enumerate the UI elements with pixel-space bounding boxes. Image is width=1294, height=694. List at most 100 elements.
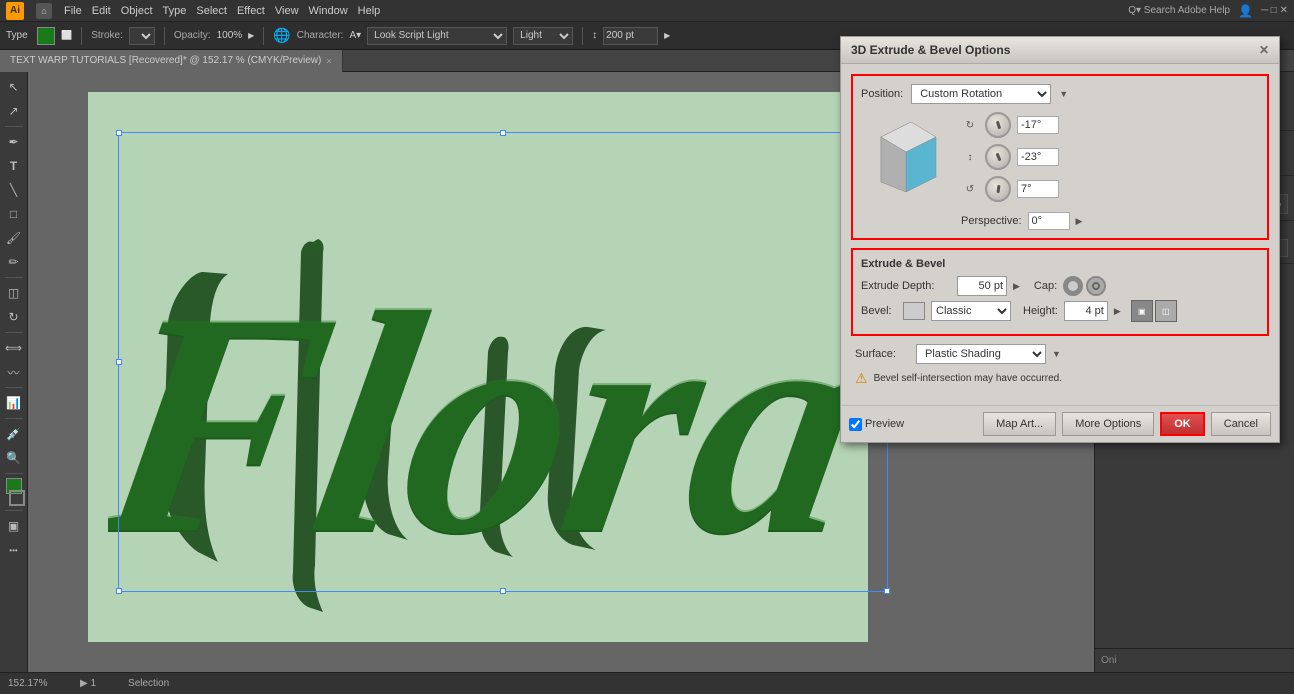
perspective-value: 0° [1028, 212, 1070, 230]
tool-sep-1 [5, 126, 23, 127]
surface-section: Surface: Plastic Shading ▼ ⚠ Bevel self-… [851, 344, 1269, 387]
oni-area: Oni [1095, 648, 1294, 672]
eraser-tool[interactable]: ◫ [3, 282, 25, 304]
menu-help[interactable]: Help [358, 5, 381, 17]
type-label: Type [6, 30, 31, 41]
z-rot-value: 7° [1017, 180, 1059, 198]
pencil-tool[interactable]: ✏ [3, 251, 25, 273]
surface-expand[interactable]: ▼ [1052, 349, 1061, 359]
type-tool[interactable]: T [3, 155, 25, 177]
page-display: ▶ 1 [80, 678, 96, 689]
extrude-depth-row: Extrude Depth: ▶ Cap: [861, 276, 1259, 296]
map-art-button[interactable]: Map Art... [983, 412, 1056, 436]
tab-close-button[interactable]: × [326, 56, 331, 66]
zoom-tool[interactable]: 🔍 [3, 447, 25, 469]
extrude-title: Extrude & Bevel [861, 258, 1259, 270]
cancel-button[interactable]: Cancel [1211, 412, 1271, 436]
tab-title: TEXT WARP TUTORIALS [Recovered]* @ 152.1… [10, 55, 321, 66]
warp-tool[interactable]: 〰 [3, 361, 25, 383]
change-screen-mode[interactable]: ▣ [3, 515, 25, 537]
surface-label: Surface: [855, 348, 910, 360]
eyedropper-tool[interactable]: 💉 [3, 423, 25, 445]
menu-edit[interactable]: Edit [92, 5, 111, 17]
preview-checkbox[interactable] [849, 418, 862, 431]
graph-tool[interactable]: 📊 [3, 392, 25, 414]
height-arrow[interactable]: ▶ [1114, 306, 1121, 317]
size-arrow[interactable]: ▶ [664, 31, 670, 40]
home-icon[interactable]: ⌂ [36, 3, 52, 19]
extrude-arrow[interactable]: ▶ [1013, 281, 1020, 292]
character-label: Character: [297, 30, 344, 41]
x-rot-dial[interactable] [985, 112, 1011, 138]
position-header: Position: Custom Rotation ▼ [861, 84, 1259, 104]
menu-type[interactable]: Type [163, 5, 187, 17]
font-size-input[interactable] [603, 27, 658, 45]
main-tab[interactable]: TEXT WARP TUTORIALS [Recovered]* @ 152.1… [0, 50, 343, 72]
select-tool[interactable]: ↖ [3, 76, 25, 98]
bevel-inward[interactable]: ▣ [1131, 300, 1153, 322]
menu-window[interactable]: Window [309, 5, 348, 17]
status-bar: 152.17% ▶ 1 Selection [0, 672, 1294, 694]
direct-select-tool[interactable]: ↗ [3, 100, 25, 122]
rotate-tool[interactable]: ↻ [3, 306, 25, 328]
bevel-outward[interactable]: ◫ [1155, 300, 1177, 322]
position-label: Position: [861, 88, 903, 100]
x-rot-icon: ↻ [961, 116, 979, 134]
font-size-icon: ↕ [592, 30, 597, 41]
extrude-depth-input[interactable] [957, 276, 1007, 296]
height-input[interactable] [1064, 301, 1108, 321]
menu-view[interactable]: View [275, 5, 299, 17]
dialog-close-icon[interactable]: ✕ [1259, 43, 1269, 57]
pen-tool[interactable]: ✒ [3, 131, 25, 153]
cap-label: Cap: [1034, 280, 1057, 292]
perspective-label: Perspective: [961, 215, 1022, 227]
surface-select[interactable]: Plastic Shading [916, 344, 1046, 364]
menu-effect[interactable]: Effect [237, 5, 265, 17]
dialog-title-text: 3D Extrude & Bevel Options [851, 43, 1010, 57]
more-options-button[interactable]: More Options [1062, 412, 1154, 436]
preview-label: Preview [865, 418, 904, 430]
menu-file[interactable]: File [64, 5, 82, 17]
char-icon[interactable]: A▾ [349, 30, 361, 41]
position-expand[interactable]: ▼ [1059, 89, 1068, 99]
height-label: Height: [1023, 305, 1058, 317]
opacity-arrow[interactable]: ▶ [248, 31, 254, 40]
stroke-color[interactable] [9, 490, 25, 506]
font-select[interactable]: Look Script Light [367, 27, 507, 45]
font-style-select[interactable]: Light [513, 27, 573, 45]
perspective-arrow[interactable]: ▶ [1076, 216, 1083, 227]
fill-color-swatch[interactable] [37, 27, 55, 45]
tool-sep-5 [5, 418, 23, 419]
tools-panel: ↖ ↗ ✒ T ╲ □ 🖌 ✏ ◫ ↻ ⟺ 〰 📊 💉 🔍 ▣ ••• [0, 72, 28, 672]
tool-sep-3 [5, 332, 23, 333]
ok-button[interactable]: OK [1160, 412, 1205, 436]
z-rot-dial[interactable] [985, 176, 1011, 202]
line-tool[interactable]: ╲ [3, 179, 25, 201]
y-rot-icon: ↕ [961, 148, 979, 166]
stroke-select[interactable] [129, 27, 155, 45]
position-select[interactable]: Custom Rotation [911, 84, 1051, 104]
paintbrush-tool[interactable]: 🖌 [3, 227, 25, 249]
bevel-select[interactable]: Classic [931, 301, 1011, 321]
dialog-body: Position: Custom Rotation ▼ [841, 64, 1279, 405]
oni-text: Oni [1101, 655, 1117, 666]
color-area [3, 478, 25, 506]
cap-buttons [1063, 276, 1106, 296]
menu-object[interactable]: Object [121, 5, 153, 17]
user-icon[interactable]: 👤 [1238, 4, 1253, 18]
more-tools[interactable]: ••• [3, 539, 25, 561]
y-rot-dial[interactable] [985, 144, 1011, 170]
surface-row: Surface: Plastic Shading ▼ [855, 344, 1265, 364]
width-tool[interactable]: ⟺ [3, 337, 25, 359]
tool-sep-2 [5, 277, 23, 278]
bevel-dir-buttons: ▣ ◫ [1131, 300, 1177, 322]
opacity-label: Opacity: [174, 30, 211, 41]
dialog-title: 3D Extrude & Bevel Options ✕ [841, 37, 1279, 64]
shape-tool[interactable]: □ [3, 203, 25, 225]
y-rot-value: -23° [1017, 148, 1059, 166]
perspective-row: Perspective: 0° ▶ [961, 212, 1082, 230]
cap-btn-1[interactable] [1063, 276, 1083, 296]
cap-btn-2[interactable] [1086, 276, 1106, 296]
tool-sep-4 [5, 387, 23, 388]
menu-select[interactable]: Select [196, 5, 227, 17]
